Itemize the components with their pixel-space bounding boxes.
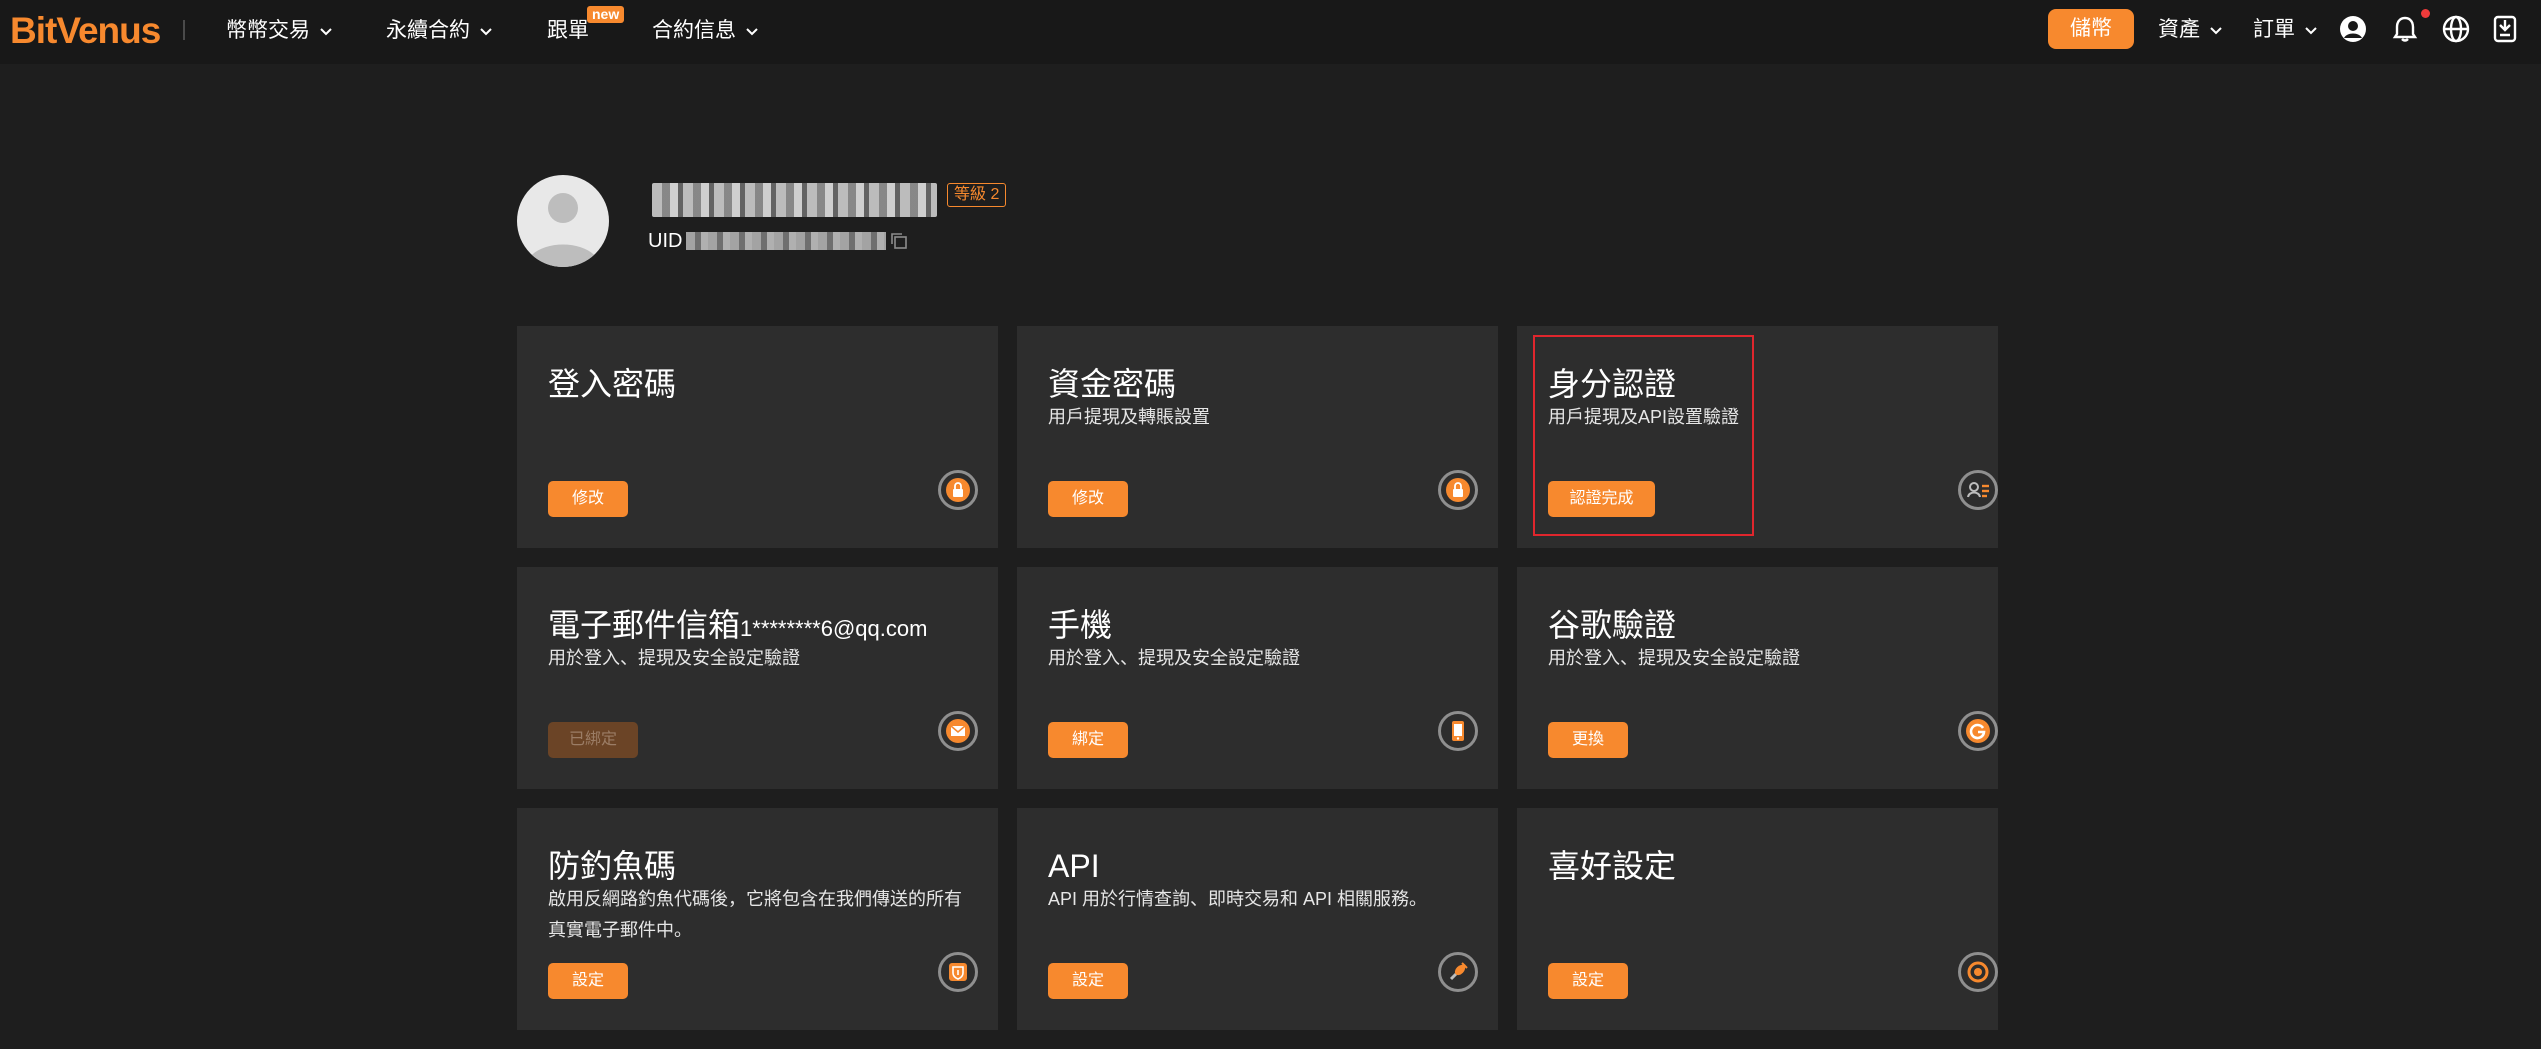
card-description: 用於登入、提現及安全設定驗證 xyxy=(1048,648,1300,668)
download-app-icon[interactable] xyxy=(2489,13,2521,45)
set-preferences-button[interactable]: 設定 xyxy=(1548,963,1628,999)
uid-value-redacted xyxy=(686,232,886,250)
chevron-down-icon xyxy=(320,28,332,36)
uid-label: UID xyxy=(648,230,683,252)
shield-icon xyxy=(938,952,978,992)
assets-label: 資產 xyxy=(2158,18,2200,41)
lock-icon xyxy=(938,470,978,510)
card-title: 身分認證 xyxy=(1548,366,1677,402)
modify-login-password-button[interactable]: 修改 xyxy=(548,481,628,517)
chevron-down-icon xyxy=(2210,27,2222,35)
avatar xyxy=(517,175,609,267)
card-preferences: 喜好設定 設定 xyxy=(1517,808,1998,1030)
bitvenus-logo[interactable]: BitVenus xyxy=(10,12,161,50)
level-badge: 等級 2 xyxy=(947,183,1007,207)
nav-label: 跟單 xyxy=(547,19,589,42)
email-bound-button: 已綁定 xyxy=(548,722,638,758)
card-description: 用戶提現及API設置驗證 xyxy=(1548,407,1740,427)
envelope-icon xyxy=(938,711,978,751)
card-title: 登入密碼 xyxy=(548,366,677,402)
card-api: API API 用於行情查詢、即時交易和 API 相關服務。 設定 xyxy=(1017,808,1498,1030)
chevron-down-icon xyxy=(746,28,758,36)
card-description: 啟用反網路釣魚代碼後，它將包含在我們傳送的所有真實電子郵件中。 xyxy=(548,889,962,940)
modify-fund-password-button[interactable]: 修改 xyxy=(1048,481,1128,517)
card-anti-phishing-code: 防釣魚碼 啟用反網路釣魚代碼後，它將包含在我們傳送的所有真實電子郵件中。 設定 xyxy=(517,808,998,1030)
google-icon xyxy=(1958,711,1998,751)
assets-menu[interactable]: 資產 xyxy=(2158,15,2224,45)
copy-icon[interactable] xyxy=(889,231,909,251)
plug-icon xyxy=(1438,952,1478,992)
orders-label: 訂單 xyxy=(2253,18,2295,41)
nav-copy-trading[interactable]: 跟單 xyxy=(547,16,589,46)
nav-label: 永續合約 xyxy=(386,19,470,42)
nav-contract-info[interactable]: 合約信息 xyxy=(652,16,760,46)
card-title: 谷歌驗證 xyxy=(1548,607,1677,643)
card-fund-password: 資金密碼 用戶提現及轉賬設置 修改 xyxy=(1017,326,1498,548)
card-description: API 用於行情查詢、即時交易和 API 相關服務。 xyxy=(1048,889,1428,909)
card-title: API xyxy=(1048,848,1100,884)
top-navigation-bar: BitVenus 幣幣交易 永續合約 跟單 new 合約信息 儲幣 資產 訂單 xyxy=(0,0,2541,64)
lock-icon xyxy=(1438,470,1478,510)
card-title: 喜好設定 xyxy=(1548,848,1677,884)
deposit-button[interactable]: 儲幣 xyxy=(2048,9,2134,49)
chevron-down-icon xyxy=(480,28,492,36)
bound-email: 1********6@qq.com xyxy=(740,616,928,641)
nav-spot-trading[interactable]: 幣幣交易 xyxy=(226,16,334,46)
card-google-authenticator: 谷歌驗證 用於登入、提現及安全設定驗證 更換 xyxy=(1517,567,1998,789)
phone-icon xyxy=(1438,711,1478,751)
set-anti-phishing-button[interactable]: 設定 xyxy=(548,963,628,999)
card-description: 用於登入、提現及安全設定驗證 xyxy=(548,648,800,668)
card-email: 電子郵件信箱1********6@qq.com 用於登入、提現及安全設定驗證 已… xyxy=(517,567,998,789)
chevron-down-icon xyxy=(2305,27,2317,35)
orders-menu[interactable]: 訂單 xyxy=(2253,15,2319,45)
notification-dot xyxy=(2421,9,2430,18)
nav-label: 合約信息 xyxy=(652,19,736,42)
card-login-password: 登入密碼 修改 xyxy=(517,326,998,548)
card-title: 資金密碼 xyxy=(1048,366,1177,402)
nav-perpetual-contracts[interactable]: 永續合約 xyxy=(386,16,494,46)
settings-icon xyxy=(1958,952,1998,992)
bind-phone-button[interactable]: 綁定 xyxy=(1048,722,1128,758)
card-identity-verification: 身分認證 用戶提現及API設置驗證 認證完成 xyxy=(1517,326,1998,548)
card-title-text: 電子郵件信箱 xyxy=(548,607,741,643)
verification-complete-button[interactable]: 認證完成 xyxy=(1548,481,1655,517)
change-google-auth-button[interactable]: 更換 xyxy=(1548,722,1628,758)
card-phone: 手機 用於登入、提現及安全設定驗證 綁定 xyxy=(1017,567,1498,789)
card-description: 用於登入、提現及安全設定驗證 xyxy=(1548,648,1800,668)
card-title: 手機 xyxy=(1048,607,1113,643)
nav-label: 幣幣交易 xyxy=(226,19,310,42)
user-circle-icon[interactable] xyxy=(2337,13,2369,45)
card-title: 防釣魚碼 xyxy=(548,848,677,884)
globe-icon[interactable] xyxy=(2440,13,2472,45)
new-badge: new xyxy=(587,6,625,23)
card-description: 用戶提現及轉賬設置 xyxy=(1048,407,1210,427)
logo-divider xyxy=(183,20,185,40)
bell-icon[interactable] xyxy=(2389,13,2421,45)
set-api-button[interactable]: 設定 xyxy=(1048,963,1128,999)
id-card-icon xyxy=(1958,470,1998,510)
username-redacted xyxy=(652,183,937,217)
